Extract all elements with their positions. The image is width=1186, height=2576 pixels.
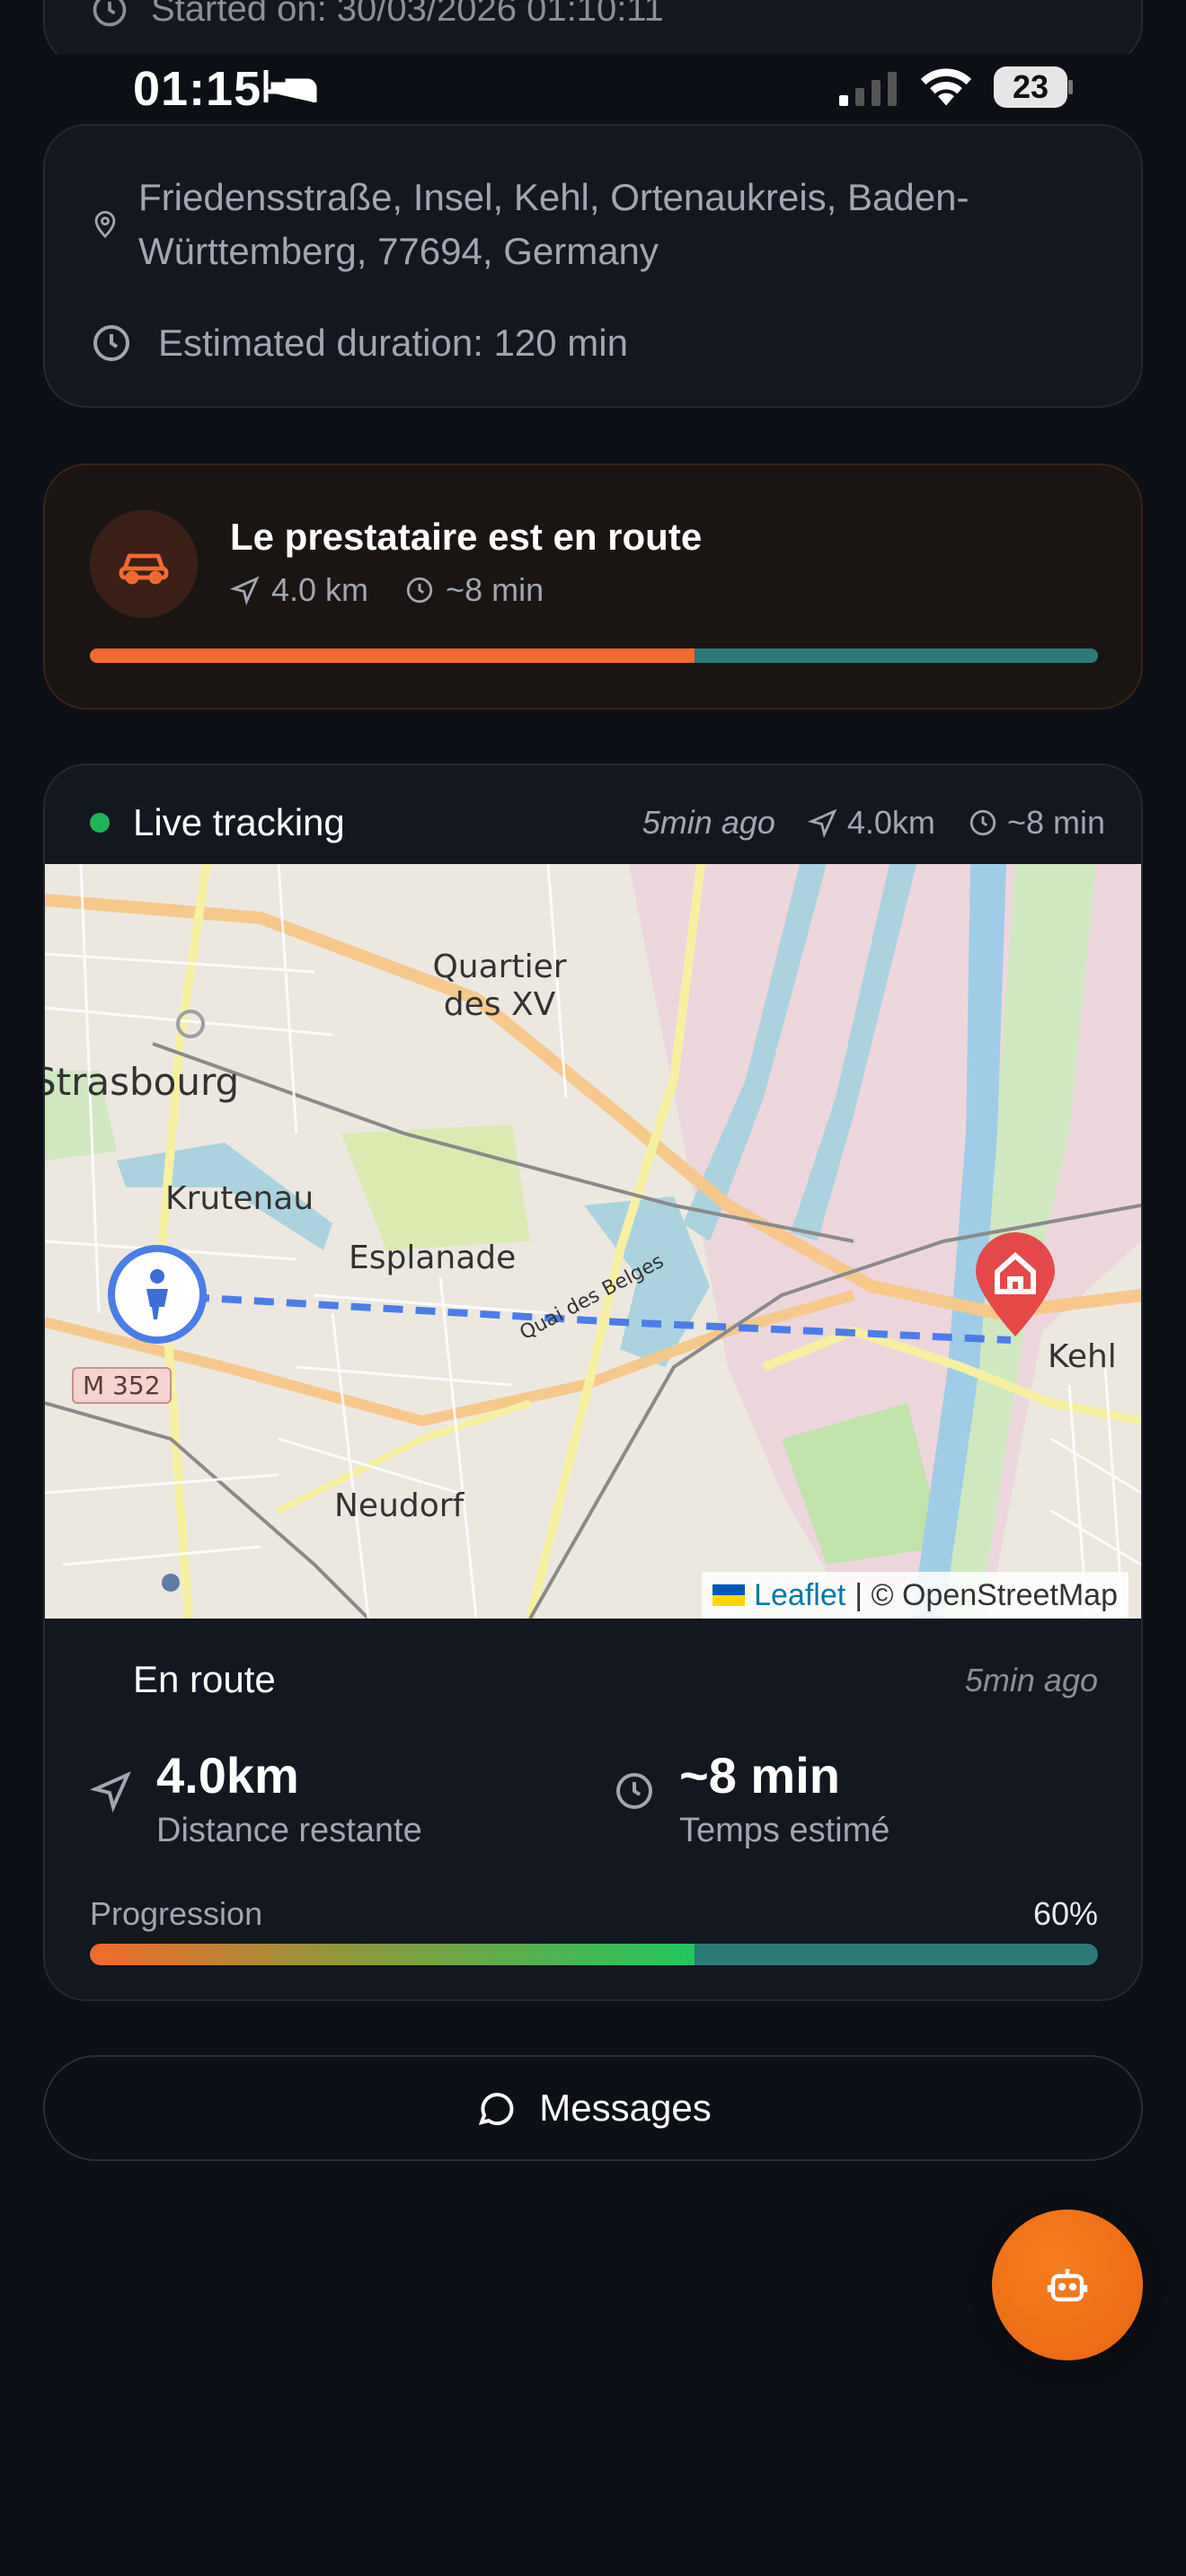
car-icon — [119, 553, 169, 585]
distance-stat: 4.0km Distance restante — [90, 1746, 422, 1850]
clock-icon — [93, 0, 127, 26]
signal-icon — [839, 72, 897, 106]
provider-en-route-card: Le prestataire est en route 4.0 km ~8 mi… — [43, 463, 1143, 710]
map-label-esplanade: Esplanade — [349, 1239, 517, 1276]
clock-icon — [969, 809, 996, 836]
map-label-quartier: Quartier des XV — [432, 948, 567, 1023]
tracking-progress-bar — [90, 1944, 1098, 1965]
battery-indicator: 23 — [994, 66, 1073, 108]
route-distance: 4.0 km — [271, 571, 369, 608]
map-label-neudorf: Neudorf — [334, 1487, 465, 1524]
tracking-updated: 5min ago — [642, 804, 775, 841]
route-progress-bar — [90, 648, 1098, 663]
clock-icon — [93, 325, 129, 361]
road-shield-m352: M 352 — [72, 1367, 172, 1404]
status-time: 01:15 — [133, 62, 262, 116]
navigation-icon — [807, 808, 837, 838]
time-stat: ~8 min Temps estimé — [613, 1746, 890, 1850]
tracking-eta: ~8 min — [1006, 804, 1105, 841]
message-bubble-icon — [479, 2093, 514, 2126]
time-value: ~8 min — [679, 1747, 840, 1804]
map-pin-icon — [94, 210, 116, 239]
bed-icon — [263, 70, 317, 102]
provider-location-marker[interactable] — [108, 1245, 207, 1344]
tracking-status-updated: 5min ago — [964, 1662, 1098, 1698]
map-view[interactable]: Quartier des XV Strasbourg Krutenau Espl… — [45, 864, 1141, 1619]
battery-nub — [1068, 80, 1073, 94]
route-eta: ~8 min — [446, 571, 544, 608]
started-text: Started on: 30/03/2026 01:10:11 — [151, 0, 664, 29]
assistant-fab[interactable] — [992, 2210, 1143, 2360]
clock-icon — [616, 1773, 652, 1809]
progress-label: Progression — [90, 1895, 263, 1932]
route-progress-fill — [90, 648, 695, 663]
osm-attribution[interactable]: | © OpenStreetMap — [854, 1578, 1118, 1613]
wifi-icon — [920, 68, 972, 106]
distance-value: 4.0km — [156, 1747, 299, 1804]
destination-marker[interactable] — [970, 1232, 1060, 1340]
navigation-icon — [230, 576, 260, 605]
messages-label: Messages — [539, 2086, 712, 2129]
navigation-icon — [90, 1771, 131, 1813]
live-tracking-card: Live tracking 5min ago 4.0km ~8 min Quar… — [43, 763, 1143, 2001]
tracking-status: En route — [133, 1658, 276, 1700]
leaflet-link[interactable]: Leaflet — [754, 1578, 845, 1613]
car-icon-badge — [90, 510, 198, 618]
battery-level: 23 — [994, 66, 1067, 108]
home-pin-icon — [976, 1232, 1055, 1337]
address-card: Friedensstraße, Insel, Kehl, Ortenaukrei… — [43, 124, 1143, 408]
route-title: Le prestataire est en route — [230, 516, 703, 558]
duration-text: Estimated duration: 120 min — [158, 322, 628, 364]
map-label-kehl: Kehl — [1048, 1338, 1117, 1375]
messages-button[interactable]: Messages — [43, 2055, 1143, 2161]
person-icon — [146, 1269, 168, 1319]
tracking-title: Live tracking — [133, 801, 345, 843]
tracking-header: Live tracking 5min ago 4.0km ~8 min — [90, 796, 1105, 850]
distance-label: Distance restante — [156, 1812, 422, 1849]
live-status-dot — [90, 813, 110, 833]
time-label: Temps estimé — [679, 1812, 890, 1849]
status-bar: 01:15 23 — [0, 54, 1186, 122]
map-label-krutenau: Krutenau — [165, 1180, 314, 1217]
map-attribution: Leaflet | © OpenStreetMap — [702, 1572, 1128, 1619]
tracking-distance: 4.0km — [846, 804, 935, 841]
tracking-progress-fill — [90, 1944, 695, 1965]
bot-icon — [1047, 2269, 1088, 2302]
progress-percent: 60% — [1032, 1895, 1098, 1932]
map-label-strasbourg: Strasbourg — [45, 1060, 240, 1104]
address-text: Friedensstraße, Insel, Kehl, Ortenaukrei… — [138, 176, 969, 272]
clock-icon — [406, 577, 433, 604]
ukraine-flag-icon — [712, 1584, 746, 1606]
